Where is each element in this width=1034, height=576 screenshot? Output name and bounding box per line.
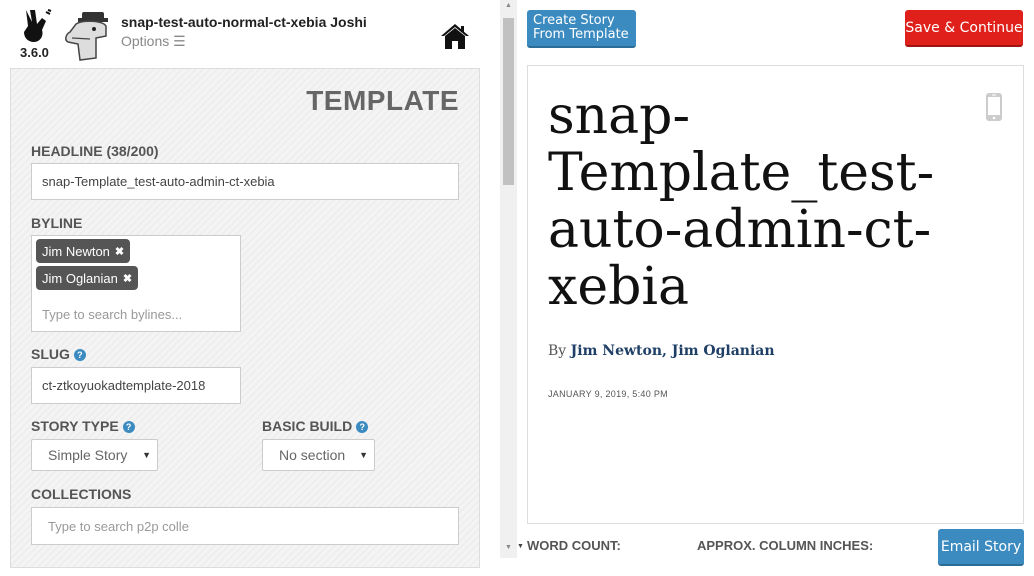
byline-input[interactable]: Jim Newton ✖ Jim Oglanian ✖ Type to sear… bbox=[31, 235, 241, 332]
editor-pane: 3.6.0 snap-test-auto-normal-ct-xebia Jos… bbox=[0, 0, 500, 576]
story-type-label: STORY TYPE? bbox=[31, 418, 135, 434]
headline-label: HEADLINE (38/200) bbox=[31, 143, 159, 159]
basic-build-label-text: BASIC BUILD bbox=[262, 418, 353, 434]
template-form: TEMPLATE HEADLINE (38/200) snap-Template… bbox=[10, 68, 480, 568]
remove-chip-icon[interactable]: ✖ bbox=[115, 245, 124, 258]
form-title: TEMPLATE bbox=[306, 85, 459, 116]
story-type-select[interactable]: Simple Story ▼ bbox=[31, 439, 158, 471]
story-preview: snap-Template_test-auto-admin-ct-xebia B… bbox=[527, 65, 1024, 524]
slug-label: SLUG? bbox=[31, 346, 86, 362]
collections-input[interactable]: Type to search p2p colle bbox=[31, 507, 459, 545]
basic-build-select[interactable]: No section ▼ bbox=[262, 439, 375, 471]
chevron-down-icon: ▼ bbox=[359, 450, 368, 460]
byline-prefix: By bbox=[548, 343, 571, 359]
help-icon[interactable]: ? bbox=[122, 421, 135, 433]
byline-chip: Jim Newton ✖ bbox=[36, 239, 131, 263]
create-from-template-button[interactable]: Create Story From Template bbox=[527, 10, 636, 48]
word-count-label: WORD COUNT: bbox=[527, 538, 621, 553]
collections-label: COLLECTIONS bbox=[31, 486, 132, 502]
story-type-label-text: STORY TYPE bbox=[31, 418, 119, 434]
scroll-up-icon[interactable]: ▲ bbox=[500, 2, 517, 9]
byline-chip-name: Jim Newton bbox=[42, 243, 110, 259]
chevron-down-icon: ▼ bbox=[142, 450, 151, 460]
preview-date: JANUARY 9, 2019, 5:40 PM bbox=[548, 389, 668, 399]
collections-placeholder: Type to search p2p colle bbox=[48, 518, 189, 534]
slug-input[interactable]: ct-ztkoyuokadtemplate-2018 bbox=[31, 367, 241, 404]
scrollbar[interactable]: ▲ ▼ bbox=[500, 0, 517, 558]
basic-build-label: BASIC BUILD? bbox=[262, 418, 369, 434]
dinosaur-icon bbox=[65, 12, 108, 61]
scroll-down-icon[interactable]: ▼ bbox=[500, 544, 517, 551]
options-menu[interactable]: Options ☰ bbox=[121, 33, 186, 50]
save-continue-button[interactable]: Save & Continue bbox=[905, 10, 1023, 47]
app-header: 3.6.0 snap-test-auto-normal-ct-xebia Jos… bbox=[0, 0, 500, 68]
version-label: 3.6.0 bbox=[20, 45, 49, 60]
scrollbar-thumb[interactable] bbox=[503, 18, 514, 185]
home-icon[interactable] bbox=[440, 22, 470, 50]
preview-footer: ▼ WORD COUNT: APPROX. COLUMN INCHES: Ema… bbox=[517, 528, 1034, 576]
preview-pane: Create Story From Template Save & Contin… bbox=[517, 0, 1034, 576]
byline-label: BYLINE bbox=[31, 215, 83, 231]
scroll-down-icon[interactable]: ▼ bbox=[517, 543, 524, 550]
basic-build-value: No section bbox=[279, 447, 346, 463]
mobile-phone-icon[interactable] bbox=[985, 92, 1003, 122]
preview-headline: snap-Template_test-auto-admin-ct-xebia bbox=[548, 86, 935, 317]
column-inches-label: APPROX. COLUMN INCHES: bbox=[697, 538, 874, 553]
peace-hand-icon[interactable] bbox=[20, 8, 54, 44]
email-story-button[interactable]: Email Story bbox=[938, 529, 1024, 566]
help-icon[interactable]: ? bbox=[356, 421, 369, 433]
byline-search-placeholder[interactable]: Type to search bylines... bbox=[42, 307, 182, 322]
remove-chip-icon[interactable]: ✖ bbox=[123, 272, 132, 285]
byline-chip-name: Jim Oglanian bbox=[42, 270, 118, 286]
help-icon[interactable]: ? bbox=[73, 349, 86, 361]
byline-names[interactable]: Jim Newton, Jim Oglanian bbox=[571, 343, 775, 359]
byline-chip: Jim Oglanian ✖ bbox=[36, 266, 139, 290]
preview-byline: By Jim Newton, Jim Oglanian bbox=[548, 343, 775, 359]
headline-input[interactable]: snap-Template_test-auto-admin-ct-xebia bbox=[31, 163, 459, 200]
user-name: snap-test-auto-normal-ct-xebia Joshi bbox=[121, 14, 367, 30]
slug-label-text: SLUG bbox=[31, 346, 70, 362]
story-type-value: Simple Story bbox=[48, 447, 128, 463]
